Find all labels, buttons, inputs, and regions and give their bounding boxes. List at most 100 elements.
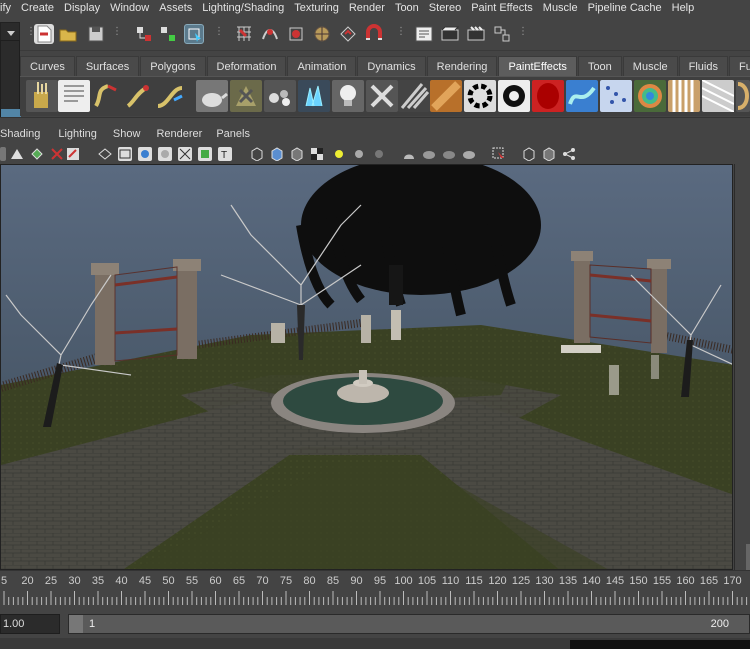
hypershade-icon[interactable] — [492, 24, 512, 44]
xray-joints-icon[interactable] — [442, 147, 456, 161]
snap-point-icon[interactable] — [286, 24, 306, 44]
open-scene-icon[interactable] — [58, 24, 78, 44]
field-chart-icon[interactable] — [178, 147, 192, 161]
curve-brush-icon[interactable] — [154, 80, 186, 112]
select-tool-icon[interactable] — [492, 147, 506, 161]
menu-stereo[interactable]: Stereo — [424, 0, 466, 17]
crystal-icon[interactable] — [298, 80, 330, 112]
command-line[interactable] — [0, 638, 750, 649]
teapot-icon[interactable] — [196, 80, 228, 112]
bookmarks-icon[interactable] — [30, 147, 44, 161]
wood-stroke-icon[interactable] — [430, 80, 462, 112]
panel-menu-renderer[interactable]: Renderer — [156, 126, 212, 142]
wireframe-icon[interactable] — [250, 147, 264, 162]
blue-stroke-icon[interactable] — [566, 80, 598, 112]
default-lighting-icon[interactable] — [332, 147, 346, 161]
view-cube-icon[interactable] — [522, 147, 536, 162]
safe-title-icon[interactable]: T — [218, 147, 232, 161]
scroll-thumb[interactable] — [746, 544, 750, 570]
menu-paint-effects[interactable]: Paint Effects — [466, 0, 538, 17]
snap-curve-icon[interactable] — [260, 24, 280, 44]
tab-toon[interactable]: Toon — [577, 56, 622, 76]
tools-icon[interactable] — [366, 80, 398, 112]
rainbow-swirl-icon[interactable] — [634, 80, 666, 112]
camera-attributes-icon[interactable] — [10, 147, 24, 161]
paint-canvas-icon[interactable] — [90, 80, 122, 112]
time-slider[interactable]: 5 20 25 30 35 40 45 50 55 60 65 70 75 80 85 90 95 100 105 1… — [0, 570, 750, 606]
isolate-select-icon[interactable] — [402, 147, 416, 161]
select-object-icon[interactable] — [158, 24, 178, 44]
stripes-stroke-icon[interactable] — [668, 80, 700, 112]
resolution-gate-icon[interactable] — [138, 147, 152, 161]
panel-menu-panels[interactable]: Panels — [216, 126, 260, 142]
tab-animation[interactable]: Animation — [287, 56, 357, 76]
animation-start-field[interactable]: 1.00 — [0, 614, 60, 634]
wireframe-on-shaded-icon[interactable] — [290, 147, 304, 162]
all-lights-icon[interactable] — [352, 147, 366, 161]
save-scene-icon[interactable] — [86, 24, 106, 44]
tab-dynamics[interactable]: Dynamics — [357, 56, 426, 76]
viewport-scrollbar[interactable] — [734, 164, 750, 570]
smooth-shade-icon[interactable] — [270, 147, 284, 162]
select-hierarchy-icon[interactable] — [134, 24, 154, 44]
xray-components-icon[interactable] — [462, 147, 476, 161]
menu-window[interactable]: Window — [105, 0, 154, 17]
magnet-icon[interactable] — [364, 24, 384, 44]
snap-grid-icon[interactable] — [234, 24, 254, 44]
gear-icon[interactable] — [498, 80, 530, 112]
menu-display[interactable]: Display — [59, 0, 105, 17]
image-plane-icon[interactable] — [50, 147, 64, 161]
menu-modify[interactable]: ify — [0, 0, 16, 17]
tab-fluids[interactable]: Fluids — [678, 56, 728, 76]
menu-texturing[interactable]: Texturing — [289, 0, 344, 17]
2d-pan-zoom-icon[interactable] — [66, 147, 80, 161]
tab-polygons[interactable]: Polygons — [140, 56, 206, 76]
dots-stroke-icon[interactable] — [600, 80, 632, 112]
plant-texture-icon[interactable] — [230, 80, 262, 112]
select-camera-icon[interactable] — [0, 147, 6, 161]
panel-menu-lighting[interactable]: Lighting — [58, 126, 107, 142]
tab-deformation[interactable]: Deformation — [206, 56, 287, 76]
tab-curves[interactable]: Curves — [20, 56, 75, 76]
tab-painteffects[interactable]: PaintEffects — [498, 56, 577, 76]
node-graph-icon[interactable] — [562, 147, 576, 161]
range-slider[interactable]: 1 200 — [68, 614, 750, 634]
3d-viewport[interactable] — [0, 164, 733, 570]
swirl-pattern-icon[interactable] — [464, 80, 496, 112]
tab-fur[interactable]: Fu — [728, 56, 750, 76]
shadows-icon[interactable] — [372, 147, 386, 161]
hatch-stroke-icon[interactable] — [701, 79, 735, 113]
grid-icon[interactable] — [98, 147, 112, 161]
tab-rendering[interactable]: Rendering — [426, 56, 498, 76]
film-gate-icon[interactable] — [118, 147, 132, 161]
snap-view-plane-icon[interactable] — [312, 24, 332, 44]
menu-set-popup[interactable] — [0, 40, 21, 119]
panel-menu-shading[interactable]: Shading — [0, 126, 50, 142]
tab-surfaces[interactable]: Surfaces — [75, 56, 140, 76]
new-scene-icon[interactable] — [34, 24, 54, 44]
ipr-render-icon[interactable] — [466, 24, 486, 44]
menu-toon[interactable]: Toon — [390, 0, 424, 17]
textured-icon[interactable] — [310, 147, 324, 161]
menu-create[interactable]: Create — [16, 0, 59, 17]
range-slider-handle[interactable] — [69, 615, 83, 633]
visor-icon[interactable] — [58, 80, 90, 112]
xray-icon[interactable] — [422, 147, 436, 161]
gate-mask-icon[interactable] — [158, 147, 172, 161]
frame-all-icon[interactable] — [542, 147, 556, 162]
snap-live-icon[interactable] — [338, 24, 358, 44]
menu-help[interactable]: Help — [667, 0, 700, 17]
select-component-icon[interactable] — [184, 24, 204, 44]
panel-menu-show[interactable]: Show — [113, 126, 151, 142]
render-settings-icon[interactable] — [414, 24, 434, 44]
menu-muscle[interactable]: Muscle — [538, 0, 583, 17]
pebbles-icon[interactable] — [264, 80, 296, 112]
menu-render[interactable]: Render — [344, 0, 390, 17]
menu-lighting-shading[interactable]: Lighting/Shading — [197, 0, 289, 17]
menu-assets[interactable]: Assets — [154, 0, 197, 17]
render-current-frame-icon[interactable] — [440, 24, 460, 44]
safe-action-icon[interactable] — [198, 147, 212, 161]
paint-scene-icon[interactable] — [122, 80, 154, 112]
hook-stroke-icon[interactable] — [736, 80, 750, 112]
cables-icon[interactable] — [398, 80, 430, 112]
